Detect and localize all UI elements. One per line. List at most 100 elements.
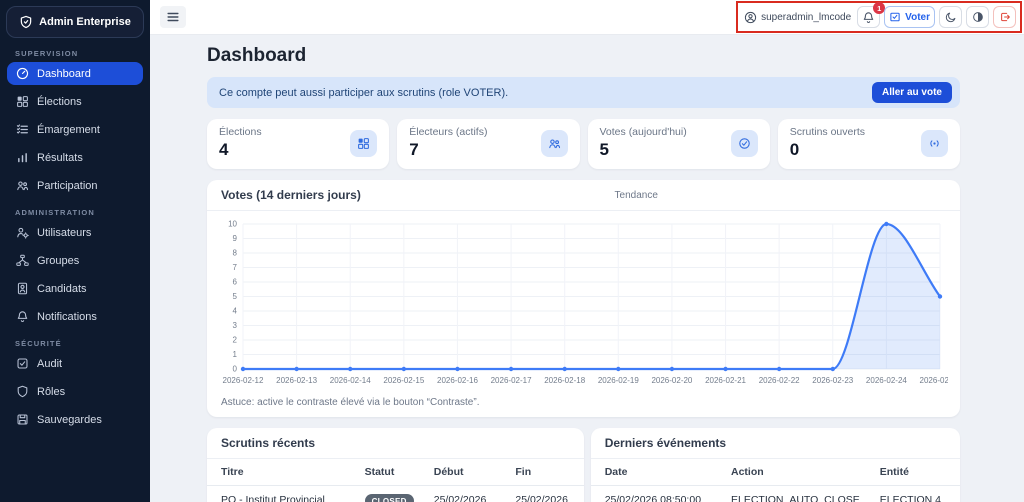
votes-chart-card: Votes (14 derniers jours) Tendance 0 1 2 3 4… (207, 180, 960, 417)
notifications-button[interactable]: 1 (857, 6, 880, 28)
logout-icon (999, 11, 1011, 23)
column-header: Titre (207, 459, 355, 486)
section-label-administration: ADMINISTRATION (15, 208, 135, 217)
table-row: 25/02/2026 08:50:00 ELECTION_AUTO_CLOSE … (591, 486, 960, 502)
stat-value: 0 (790, 140, 865, 160)
grid-icon (350, 130, 377, 157)
sidebar-item-roles[interactable]: Rôles (7, 380, 143, 403)
sidebar-item-participation[interactable]: Participation (7, 174, 143, 197)
shield-check-icon (19, 15, 33, 29)
voter-button[interactable]: Voter (884, 6, 935, 28)
aller-au-vote-button[interactable]: Aller au vote (872, 82, 952, 103)
sidebar-item-sauvegardes[interactable]: Sauvegardes (7, 408, 143, 431)
people-icon (16, 179, 29, 192)
svg-text:3: 3 (233, 321, 238, 330)
sidebar-item-groupes[interactable]: Groupes (7, 249, 143, 272)
sidebar: Admin Enterprise SUPERVISION Dashboard É… (0, 0, 150, 502)
bar-chart-icon (16, 151, 29, 164)
stat-card-scrutins-ouverts: Scrutins ouverts0 (778, 119, 960, 169)
people-icon (541, 130, 568, 157)
sidebar-item-utilisateurs[interactable]: Utilisateurs (7, 221, 143, 244)
svg-text:0: 0 (233, 365, 238, 374)
contrast-hint-note: Astuce: active le contraste élevé via le… (207, 392, 960, 417)
app-logo[interactable]: Admin Enterprise (6, 6, 144, 38)
svg-text:5: 5 (233, 292, 238, 301)
list-check-icon (16, 123, 29, 136)
person-gear-icon (16, 226, 29, 239)
svg-text:4: 4 (233, 307, 238, 316)
grid-icon (16, 95, 29, 108)
column-header: Début (424, 459, 506, 486)
stat-card-elections: Élections4 (207, 119, 389, 169)
username-label: superadmin_lmcode (761, 12, 851, 23)
dark-mode-button[interactable] (939, 6, 962, 28)
sidebar-item-emargement[interactable]: Émargement (7, 118, 143, 141)
stat-value: 7 (409, 140, 487, 160)
stat-card-votes: Votes (aujourd'hui)5 (588, 119, 770, 169)
contrast-button[interactable] (966, 6, 989, 28)
shield-icon (16, 385, 29, 398)
svg-text:1: 1 (233, 350, 238, 359)
section-label-supervision: SUPERVISION (15, 49, 135, 58)
svg-text:6: 6 (233, 278, 238, 287)
bell-icon (16, 310, 29, 323)
svg-text:2: 2 (233, 336, 238, 345)
latest-events-title: Derniers événements (605, 436, 726, 450)
hamburger-menu-button[interactable] (160, 6, 186, 28)
sidebar-item-resultats[interactable]: Résultats (7, 146, 143, 169)
sidebar-item-elections[interactable]: Élections (7, 90, 143, 113)
section-label-securite: SÉCURITÉ (15, 339, 135, 348)
svg-text:2026-02-15: 2026-02-15 (383, 376, 424, 385)
svg-text:2026-02-23: 2026-02-23 (812, 376, 853, 385)
svg-text:8: 8 (233, 249, 238, 258)
svg-text:2026-02-19: 2026-02-19 (598, 376, 639, 385)
ballot-check-icon (889, 11, 901, 23)
recent-polls-title: Scrutins récents (221, 436, 315, 450)
svg-text:2026-02-20: 2026-02-20 (651, 376, 692, 385)
column-header: Fin (505, 459, 583, 486)
poll-end-cell: 25/02/2026 08:50:00 (505, 486, 583, 502)
bell-icon (862, 11, 875, 24)
chart-title: Votes (14 derniers jours) (221, 188, 361, 202)
save-icon (16, 413, 29, 426)
stat-value: 4 (219, 140, 262, 160)
svg-text:2026-02-18: 2026-02-18 (544, 376, 585, 385)
app-window: Admin Enterprise SUPERVISION Dashboard É… (0, 0, 1024, 502)
latest-events-table: Date Action Entité 25/02/2026 08:50:00 E… (591, 459, 960, 502)
recent-polls-table: Titre Statut Début Fin PO - Institut Pro… (207, 459, 584, 502)
person-circle-icon (744, 11, 757, 24)
bottom-cards-row: Scrutins récents Titre Statut Début Fin (207, 428, 960, 502)
column-header: Statut (355, 459, 424, 486)
alert-text: Ce compte peut aussi participer aux scru… (219, 87, 508, 99)
svg-text:2026-02-16: 2026-02-16 (437, 376, 478, 385)
status-badge: CLOSED (365, 494, 414, 502)
topbar: superadmin_lmcode 1 Voter (150, 0, 1024, 35)
check-square-icon (16, 357, 29, 370)
svg-text:2026-02-21: 2026-02-21 (705, 376, 746, 385)
svg-text:2026-02-25: 2026-02-25 (920, 376, 948, 385)
svg-text:10: 10 (228, 220, 237, 229)
speedometer-icon (16, 67, 29, 80)
table-row: PO - Institut Provincial Saint-Guibert C… (207, 486, 584, 502)
svg-text:2026-02-12: 2026-02-12 (223, 376, 264, 385)
sidebar-item-audit[interactable]: Audit (7, 352, 143, 375)
svg-text:2026-02-13: 2026-02-13 (276, 376, 317, 385)
sidebar-item-notifications[interactable]: Notifications (7, 305, 143, 328)
poll-title-cell: PO - Institut Provincial Saint-Guibert (207, 486, 355, 502)
sidebar-item-candidats[interactable]: Candidats (7, 277, 143, 300)
svg-text:2026-02-22: 2026-02-22 (759, 376, 800, 385)
check-circle-icon (731, 130, 758, 157)
voter-role-alert: Ce compte peut aussi participer aux scru… (207, 77, 960, 108)
chart-legend-tendance[interactable]: Tendance (615, 190, 658, 201)
column-header: Date (591, 459, 721, 486)
sidebar-item-dashboard[interactable]: Dashboard (7, 62, 143, 85)
stat-card-electeurs: Électeurs (actifs)7 (397, 119, 579, 169)
latest-events-card: Derniers événements Date Action Entité 2… (591, 428, 960, 502)
logout-button[interactable] (993, 6, 1016, 28)
stat-value: 5 (600, 140, 687, 160)
svg-text:2026-02-14: 2026-02-14 (330, 376, 371, 385)
contrast-icon (972, 11, 984, 23)
user-menu[interactable]: superadmin_lmcode (742, 11, 853, 24)
poll-start-cell: 25/02/2026 08:45:00 (424, 486, 506, 502)
column-header: Action (721, 459, 870, 486)
